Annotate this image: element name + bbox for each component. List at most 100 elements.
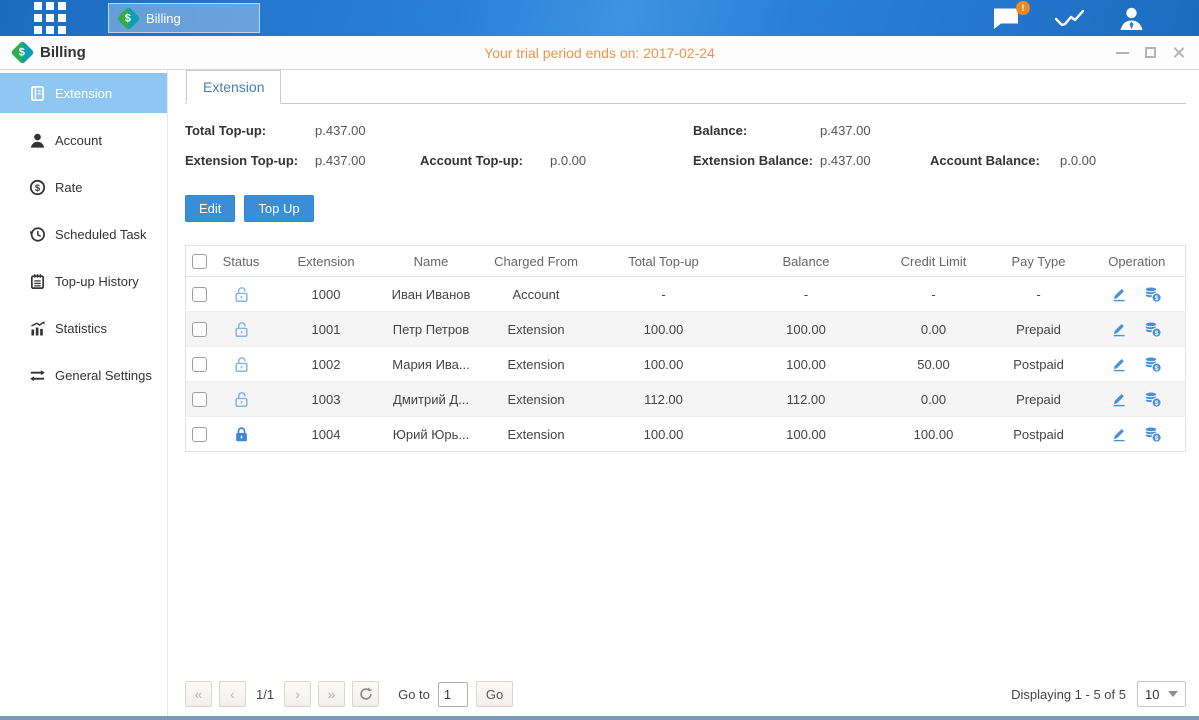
svg-text:$: $ xyxy=(1155,400,1159,407)
refresh-button[interactable] xyxy=(352,681,379,707)
window-title: Billing xyxy=(40,44,86,61)
table-header-row: Status Extension Name Charged From Total… xyxy=(186,246,1186,277)
prev-page-button[interactable]: ‹ xyxy=(219,681,246,707)
notification-badge: ! xyxy=(1016,1,1030,15)
cell-charged-from: Extension xyxy=(479,417,594,452)
sidebar-item-label: Scheduled Task xyxy=(55,227,147,242)
sidebar-item-label: General Settings xyxy=(55,368,152,383)
table-row: 1004 Юрий Юрь... Extension 100.00 100.00… xyxy=(186,417,1186,452)
top-up-row-icon[interactable]: $ xyxy=(1143,321,1162,338)
lock-status-icon xyxy=(233,355,250,370)
sidebar-item-account[interactable]: Account xyxy=(0,120,167,160)
top-up-button[interactable]: Top Up xyxy=(244,195,313,222)
row-checkbox[interactable] xyxy=(192,357,207,372)
sidebar-item-general-settings[interactable]: General Settings xyxy=(0,355,167,395)
go-button[interactable]: Go xyxy=(476,681,513,707)
pagination-bar: « ‹ 1/1 › » Go to Go Displaying 1 - 5 of… xyxy=(185,681,1186,707)
row-checkbox[interactable] xyxy=(192,427,207,442)
next-page-button[interactable]: › xyxy=(284,681,311,707)
select-all-checkbox[interactable] xyxy=(192,254,207,269)
cell-pay-type: Postpaid xyxy=(989,417,1089,452)
cell-balance: 100.00 xyxy=(734,417,879,452)
table-row: 1000 Иван Иванов Account - - - - $ xyxy=(186,277,1186,312)
first-page-button[interactable]: « xyxy=(185,681,212,707)
sidebar-item-topup-history[interactable]: Top-up History xyxy=(0,261,167,301)
cell-extension: 1004 xyxy=(269,417,384,452)
cell-total-topup: 100.00 xyxy=(594,417,734,452)
account-topup-value: p.0.00 xyxy=(550,153,693,168)
top-up-row-icon[interactable]: $ xyxy=(1143,391,1162,408)
row-checkbox[interactable] xyxy=(192,287,207,302)
cell-pay-type: Postpaid xyxy=(989,347,1089,382)
close-icon[interactable] xyxy=(1172,46,1185,59)
page-size-select[interactable]: 10 xyxy=(1137,681,1186,707)
window-bottom-edge xyxy=(0,716,1199,720)
next-page-icon: › xyxy=(295,686,300,702)
goto-page-input[interactable] xyxy=(438,682,468,707)
cell-balance: - xyxy=(734,277,879,312)
col-operation: Operation xyxy=(1089,246,1186,277)
row-checkbox[interactable] xyxy=(192,392,207,407)
taskbar-item-label: Billing xyxy=(146,11,181,26)
apps-grid-icon[interactable] xyxy=(34,2,66,34)
extension-balance-label: Extension Balance: xyxy=(693,153,820,168)
main-content: Extension Total Top-up: p.437.00 Balance… xyxy=(168,70,1199,716)
user-account-icon[interactable] xyxy=(1118,6,1145,31)
goto-label: Go to xyxy=(398,687,430,702)
billing-app-icon: $ xyxy=(116,6,140,30)
refresh-icon xyxy=(359,687,373,701)
cell-extension: 1003 xyxy=(269,382,384,417)
top-up-row-icon[interactable]: $ xyxy=(1143,356,1162,373)
tab-extension[interactable]: Extension xyxy=(186,70,281,104)
cell-credit-limit: 0.00 xyxy=(879,312,989,347)
sidebar: Extension Account $ Rate xyxy=(0,70,168,716)
billing-window-icon: $ xyxy=(10,40,34,64)
topup-history-icon xyxy=(29,273,46,290)
cell-pay-type: Prepaid xyxy=(989,312,1089,347)
balance-value: p.437.00 xyxy=(820,123,930,138)
row-checkbox[interactable] xyxy=(192,322,207,337)
page-size-value: 10 xyxy=(1145,687,1159,702)
cell-balance: 100.00 xyxy=(734,312,879,347)
cell-charged-from: Extension xyxy=(479,382,594,417)
last-page-button[interactable]: » xyxy=(318,681,345,707)
statistics-icon xyxy=(29,320,46,337)
edit-row-icon[interactable] xyxy=(1111,426,1127,442)
edit-row-icon[interactable] xyxy=(1111,391,1127,407)
sidebar-item-extension[interactable]: Extension xyxy=(0,73,167,113)
cell-name: Петр Петров xyxy=(384,312,479,347)
top-up-row-icon[interactable]: $ xyxy=(1143,286,1162,303)
cell-name: Юрий Юрь... xyxy=(384,417,479,452)
tab-bar: Extension xyxy=(185,70,1186,104)
edit-button[interactable]: Edit xyxy=(185,195,235,222)
cell-charged-from: Account xyxy=(479,277,594,312)
edit-row-icon[interactable] xyxy=(1111,286,1127,302)
edit-row-icon[interactable] xyxy=(1111,356,1127,372)
col-status: Status xyxy=(214,246,269,277)
maximize-icon[interactable] xyxy=(1145,47,1156,58)
col-name: Name xyxy=(384,246,479,277)
top-up-row-icon[interactable]: $ xyxy=(1143,426,1162,443)
cell-credit-limit: 50.00 xyxy=(879,347,989,382)
cell-extension: 1002 xyxy=(269,347,384,382)
topbar-right: ! xyxy=(992,6,1145,31)
sidebar-item-rate[interactable]: $ Rate xyxy=(0,167,167,207)
messages-icon[interactable]: ! xyxy=(992,7,1021,30)
taskbar-item-billing[interactable]: $ Billing xyxy=(108,3,260,33)
total-topup-label: Total Top-up: xyxy=(185,123,315,138)
cell-charged-from: Extension xyxy=(479,347,594,382)
prev-page-icon: ‹ xyxy=(230,686,235,702)
minimize-icon[interactable] xyxy=(1116,52,1129,54)
resource-monitor-icon[interactable] xyxy=(1054,7,1085,30)
cell-extension: 1000 xyxy=(269,277,384,312)
lock-status-icon xyxy=(233,425,250,440)
trial-notice: Your trial period ends on: 2017-02-24 xyxy=(484,45,715,61)
extension-icon xyxy=(29,85,46,102)
extension-topup-label: Extension Top-up: xyxy=(185,153,315,168)
col-pay-type: Pay Type xyxy=(989,246,1089,277)
sidebar-item-label: Top-up History xyxy=(55,274,139,289)
rate-icon: $ xyxy=(29,179,46,196)
sidebar-item-scheduled-task[interactable]: Scheduled Task xyxy=(0,214,167,254)
edit-row-icon[interactable] xyxy=(1111,321,1127,337)
sidebar-item-statistics[interactable]: Statistics xyxy=(0,308,167,348)
